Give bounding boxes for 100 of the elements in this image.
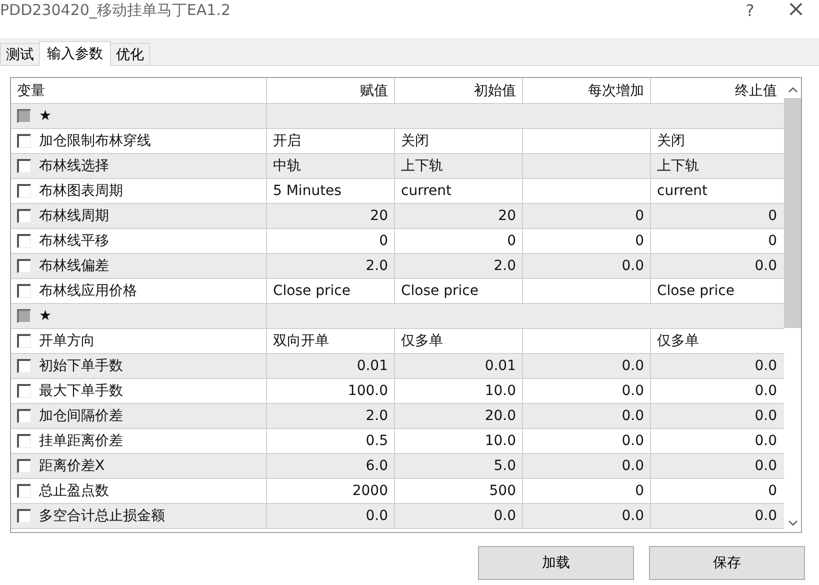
table-cell: 0.5 [366, 433, 388, 449]
load-button[interactable]: 加载 [478, 546, 634, 580]
table-cell: current [401, 183, 452, 199]
checkbox[interactable] [17, 184, 31, 198]
table-cell: 10.0 [484, 433, 516, 449]
parameter-name: 布林线应用价格 [39, 282, 137, 300]
save-button[interactable]: 保存 [649, 546, 805, 580]
table-cell: Close price [657, 283, 734, 299]
table-cell: 0 [768, 483, 777, 499]
table-cell: 0.0 [754, 508, 777, 524]
help-button[interactable]: ? [727, 0, 773, 20]
parameter-name: 最大下单手数 [39, 382, 123, 400]
table-cell: Close price [273, 283, 350, 299]
table-cell: 100.0 [348, 383, 388, 399]
table-cell: 0.0 [494, 508, 516, 524]
checkbox[interactable] [17, 234, 31, 248]
table-cell: 500 [489, 483, 516, 499]
checkbox[interactable] [17, 309, 31, 323]
table-cell: 20 [370, 208, 388, 224]
parameter-name: 加仓限制布林穿线 [39, 132, 151, 150]
table-cell: 0.0 [622, 458, 644, 474]
table-cell: 0 [379, 233, 388, 249]
checkbox[interactable] [17, 209, 31, 223]
checkbox[interactable] [17, 484, 31, 498]
table-cell: 开启 [273, 132, 301, 150]
checkbox[interactable] [17, 384, 31, 398]
table-cell: 中轨 [273, 157, 301, 175]
table-cell: 5.0 [494, 458, 516, 474]
parameter-name: 多空合计总止损金额 [39, 507, 165, 525]
table-cell: 0.0 [754, 433, 777, 449]
close-button[interactable]: × [773, 0, 819, 20]
table-cell: 5 Minutes [273, 183, 342, 199]
checkbox[interactable] [17, 159, 31, 173]
parameter-name: 布林图表周期 [39, 182, 123, 200]
checkbox[interactable] [17, 459, 31, 473]
table-cell: 0.0 [754, 458, 777, 474]
table-cell: 2.0 [366, 408, 388, 424]
checkbox[interactable] [17, 109, 31, 123]
table-cell: 0.0 [622, 433, 644, 449]
table-cell: 0.0 [754, 383, 777, 399]
checkbox[interactable] [17, 509, 31, 523]
table-cell: 6.0 [366, 458, 388, 474]
parameter-name: ★ [39, 108, 52, 124]
tab[interactable]: 测试 [0, 43, 40, 65]
table-cell: 0.0 [366, 508, 388, 524]
parameter-name: 布林线平移 [39, 232, 109, 250]
table-cell: 0.0 [622, 508, 644, 524]
table-cell: 20.0 [484, 408, 516, 424]
table-cell: 0.0 [754, 258, 777, 274]
parameter-name: 总止盈点数 [39, 482, 109, 500]
table-cell: 双向开单 [273, 332, 329, 350]
table-cell: 2.0 [366, 258, 388, 274]
table-cell: 0 [635, 483, 644, 499]
table-cell: Close price [401, 283, 478, 299]
tab[interactable]: 优化 [110, 43, 150, 65]
parameter-name: 加仓间隔价差 [39, 407, 123, 425]
table-cell: 0 [635, 233, 644, 249]
scroll-down-icon[interactable] [788, 520, 798, 527]
table-cell: 0.0 [622, 408, 644, 424]
table-cell: 0.01 [484, 358, 516, 374]
table-cell: 10.0 [484, 383, 516, 399]
table-cell: 0 [507, 233, 516, 249]
parameter-name: 布林线周期 [39, 207, 109, 225]
table-cell: 0.0 [754, 358, 777, 374]
parameter-name: 开单方向 [39, 332, 95, 350]
parameter-name: 挂单距离价差 [39, 432, 123, 450]
table-cell: 仅多单 [657, 332, 699, 350]
table-cell: 0.0 [754, 408, 777, 424]
table-cell: 2.0 [494, 258, 516, 274]
checkbox[interactable] [17, 284, 31, 298]
checkbox[interactable] [17, 434, 31, 448]
table-cell: 2000 [352, 483, 388, 499]
table-cell: 0 [635, 208, 644, 224]
table-cell: 关闭 [401, 132, 429, 150]
table-cell: 0.0 [622, 258, 644, 274]
checkbox[interactable] [17, 334, 31, 348]
tab[interactable]: 输入参数 [39, 41, 111, 66]
table-cell: 上下轨 [401, 157, 443, 175]
scrollbar-thumb[interactable] [784, 98, 801, 328]
table-cell: 0.01 [356, 358, 388, 374]
table-cell: 20 [498, 208, 516, 224]
parameter-name: 布林线选择 [39, 157, 109, 175]
scroll-up-icon[interactable] [788, 86, 798, 93]
table-cell: 关闭 [657, 132, 685, 150]
table-cell: 上下轨 [657, 157, 699, 175]
parameter-name: 距离价差X [39, 457, 105, 475]
column-header[interactable]: 终止值 [651, 78, 783, 103]
table-cell: current [657, 183, 708, 199]
parameter-name: ★ [39, 308, 52, 324]
checkbox[interactable] [17, 359, 31, 373]
table-cell: 0 [768, 208, 777, 224]
table-cell: 0.0 [622, 383, 644, 399]
checkbox[interactable] [17, 259, 31, 273]
checkbox[interactable] [17, 134, 31, 148]
table-cell: 仅多单 [401, 332, 443, 350]
table-cell: 0.0 [622, 358, 644, 374]
table-cell: 0 [768, 233, 777, 249]
checkbox[interactable] [17, 409, 31, 423]
window-title: PDD230420_移动挂单马丁EA1.2 [0, 0, 232, 20]
parameter-name: 初始下单手数 [39, 357, 123, 375]
